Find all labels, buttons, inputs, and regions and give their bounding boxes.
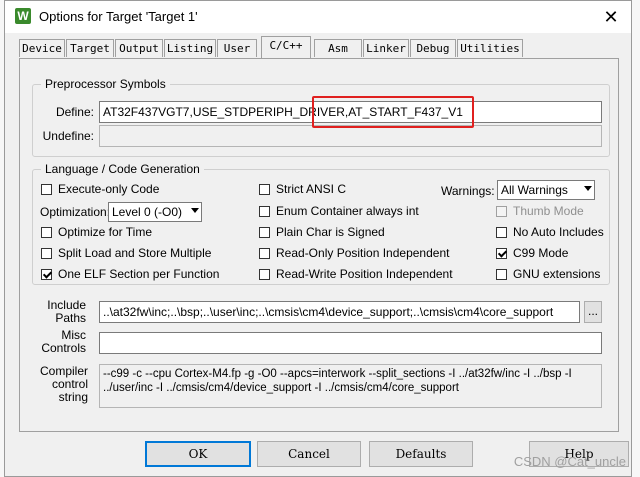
window-title: Options for Target 'Target 1' [39, 9, 198, 24]
ropi-checkbox[interactable]: Read-Only Position Independent [259, 246, 449, 262]
rwpi-label: Read-Write Position Independent [276, 267, 453, 281]
one-elf-label: One ELF Section per Function [58, 267, 220, 281]
chevron-down-icon [584, 186, 592, 191]
enum-container-label: Enum Container always int [276, 204, 419, 218]
gnu-extensions-box [496, 269, 507, 280]
tab-listing[interactable]: Listing [164, 39, 216, 57]
no-auto-includes-box [496, 227, 507, 238]
split-load-label: Split Load and Store Multiple [58, 246, 212, 260]
one-elf-box [41, 269, 52, 280]
optimization-value: Level 0 (-O0) [112, 205, 183, 219]
no-auto-includes-checkbox[interactable]: No Auto Includes [496, 225, 604, 241]
c99-mode-box [496, 248, 507, 259]
rwpi-box [259, 269, 270, 280]
warnings-value: All Warnings [501, 183, 568, 197]
cancel-button[interactable]: Cancel [257, 441, 361, 467]
warnings-select[interactable]: All Warnings [497, 180, 595, 200]
compiler-string-label: Compiler control string [28, 365, 88, 404]
thumb-mode-checkbox[interactable]: Thumb Mode [496, 204, 584, 220]
include-label-line1: Include [47, 298, 86, 312]
close-icon[interactable]: ✕ [601, 7, 621, 27]
tab-device[interactable]: Device [19, 39, 65, 57]
misc-controls-input[interactable] [99, 332, 602, 354]
c99-mode-label: C99 Mode [513, 246, 569, 260]
ok-button[interactable]: OK [145, 441, 251, 467]
tab-c-cpp[interactable]: C/C++ [261, 36, 311, 58]
tab-target[interactable]: Target [66, 39, 114, 57]
tab-output[interactable]: Output [115, 39, 163, 57]
enum-container-box [259, 206, 270, 217]
enum-container-checkbox[interactable]: Enum Container always int [259, 204, 419, 220]
include-paths-input[interactable]: ..\at32fw\inc;..\bsp;..\user\inc;..\cmsi… [99, 301, 580, 323]
include-paths-label: Include Paths [28, 299, 86, 325]
language-legend: Language / Code Generation [41, 162, 204, 176]
tab-user[interactable]: User [217, 39, 257, 57]
thumb-mode-label: Thumb Mode [513, 204, 584, 218]
rwpi-checkbox[interactable]: Read-Write Position Independent [259, 267, 453, 283]
title-bar: W Options for Target 'Target 1' ✕ [5, 1, 631, 33]
options-dialog: W Options for Target 'Target 1' ✕ Device… [4, 0, 632, 477]
misc-controls-label: Misc Controls [28, 329, 86, 355]
tab-linker[interactable]: Linker [363, 39, 409, 57]
ropi-label: Read-Only Position Independent [276, 246, 450, 260]
preprocessor-legend: Preprocessor Symbols [41, 77, 170, 91]
execute-only-box [41, 184, 52, 195]
compiler-string-line2: ../user/inc -I ../cmsis/cm4/device_suppo… [103, 382, 459, 394]
c99-mode-checkbox[interactable]: C99 Mode [496, 246, 568, 262]
no-auto-includes-label: No Auto Includes [513, 225, 604, 239]
execute-only-label: Execute-only Code [58, 182, 160, 196]
undefine-label: Undefine: [42, 129, 94, 143]
compiler-label-line1: Compiler [39, 364, 88, 378]
strict-ansi-box [259, 184, 270, 195]
optimization-select[interactable]: Level 0 (-O0) [108, 202, 202, 222]
optimize-time-box [41, 227, 52, 238]
strict-ansi-label: Strict ANSI C [276, 182, 347, 196]
split-load-checkbox[interactable]: Split Load and Store Multiple [41, 246, 211, 262]
plain-char-checkbox[interactable]: Plain Char is Signed [259, 225, 385, 241]
plain-char-label: Plain Char is Signed [276, 225, 385, 239]
defaults-button[interactable]: Defaults [369, 441, 473, 467]
keil-app-icon: W [15, 8, 31, 24]
red-highlight-box [312, 96, 474, 128]
tab-debug[interactable]: Debug [410, 39, 456, 57]
tab-utilities[interactable]: Utilities [457, 39, 523, 57]
optimize-time-checkbox[interactable]: Optimize for Time [41, 225, 152, 241]
tab-asm[interactable]: Asm [314, 39, 362, 57]
chevron-down-icon [191, 208, 199, 213]
misc-label-line1: Misc [61, 328, 86, 342]
misc-label-line2: Controls [41, 341, 86, 355]
warnings-label: Warnings: [441, 184, 495, 198]
compiler-string-box[interactable]: --c99 -c --cpu Cortex-M4.fp -g -O0 --apc… [99, 364, 602, 408]
compiler-label-line2: control [51, 377, 88, 391]
watermark: CSDN @Cat_uncle [513, 454, 626, 469]
compiler-label-line3: string [58, 390, 88, 404]
undefine-input[interactable] [99, 125, 602, 147]
thumb-mode-box [496, 206, 507, 217]
optimize-time-label: Optimize for Time [58, 225, 153, 239]
include-paths-browse-button[interactable]: ... [584, 301, 602, 323]
strict-ansi-checkbox[interactable]: Strict ANSI C [259, 182, 346, 198]
gnu-extensions-label: GNU extensions [513, 267, 601, 281]
define-label: Define: [55, 105, 94, 119]
gnu-extensions-checkbox[interactable]: GNU extensions [496, 267, 600, 283]
compiler-string-line1: --c99 -c --cpu Cortex-M4.fp -g -O0 --apc… [103, 368, 572, 380]
one-elf-checkbox[interactable]: One ELF Section per Function [41, 267, 219, 283]
optimization-label: Optimization: [40, 205, 111, 219]
execute-only-checkbox[interactable]: Execute-only Code [41, 182, 159, 198]
ropi-box [259, 248, 270, 259]
split-load-box [41, 248, 52, 259]
plain-char-box [259, 227, 270, 238]
include-label-line2: Paths [55, 311, 86, 325]
